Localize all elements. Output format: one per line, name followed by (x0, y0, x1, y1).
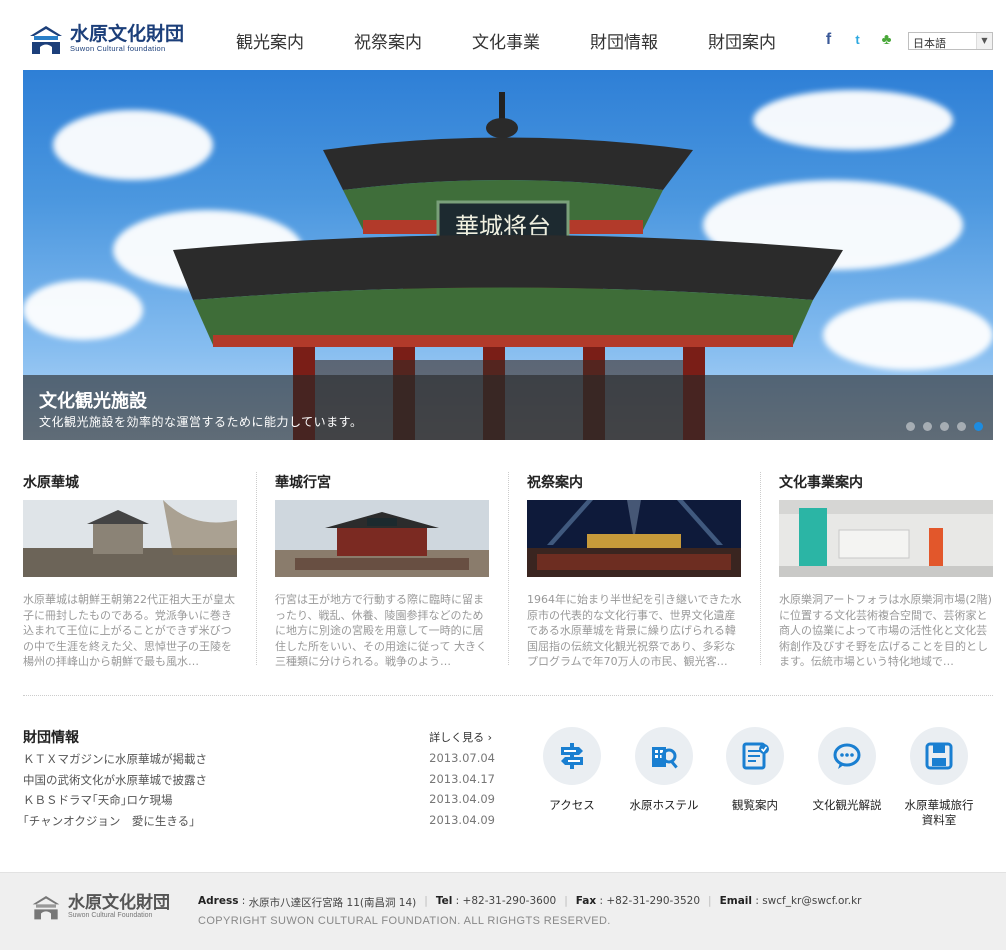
footer-logo-name: 水原文化財団 (68, 892, 170, 913)
nav-item-foundation-info[interactable]: 財団情報 (576, 28, 694, 53)
card-image-fortress[interactable] (23, 500, 237, 577)
card-divider (508, 472, 509, 665)
card-title[interactable]: 文化事業案内 (779, 472, 994, 492)
quick-link-viewing-guide[interactable]: 観覧案内 (710, 727, 800, 813)
chevron-down-icon: ▼ (976, 33, 992, 49)
hero-slider: 華城将台 文化観光施設 文化観光施設を効率的な運営するために能力しています。 (23, 70, 993, 440)
news-item-title: ＫＢＳドラマ｢天命｣ロケ現場 (23, 793, 173, 807)
slider-pagination (898, 422, 983, 431)
email-value[interactable]: swcf_kr@swcf.or.kr (762, 895, 861, 910)
fax-label: Fax (575, 895, 597, 907)
section-divider (23, 695, 993, 696)
slide-dot-5-active[interactable] (974, 422, 983, 431)
signpost-icon (543, 727, 601, 785)
language-value: 日本語 (913, 37, 946, 50)
building-search-icon (635, 727, 693, 785)
address-label: Adress (198, 895, 239, 907)
tel-label: Tel (435, 895, 453, 907)
slide-dot-1[interactable] (906, 422, 915, 431)
hero-subtitle: 文化観光施設を効率的な運営するために能力しています。 (39, 415, 363, 429)
footer-logo-subtitle: Suwon Cultural Foundation (68, 911, 153, 919)
news-item-date: 2013.04.09 (429, 792, 495, 806)
news-item-title: 中国の武術文化が水原華城で披露さ (23, 772, 207, 787)
card-description: 1964年に始まり半世紀を引き継いできた水原市の代表的な文化行事で、世界文化遺産… (527, 593, 742, 668)
card-hwaseong-haenggung: 華城行宮 行宮は王が地方で行動する際に臨時に留まったり、戦乱、休養、陵園参拝など… (275, 472, 490, 668)
card-description: 水原華城は朝鮮王朝第22代正祖大王が皇太子に冊封したものである。党派争いに巻き込… (23, 593, 235, 668)
email-label: Email (719, 895, 752, 907)
card-festival: 祝祭案内 1964年に始まり半世紀を引き継いできた水原市の代表的な文化行事で、世… (527, 472, 742, 668)
quick-link-label: アクセス (549, 798, 595, 812)
card-title[interactable]: 祝祭案内 (527, 472, 742, 492)
slide-dot-2[interactable] (923, 422, 932, 431)
news-item-date: 2013.04.17 (429, 771, 495, 786)
nav-item-festival[interactable]: 祝祭案内 (340, 28, 458, 53)
language-select[interactable]: 日本語 ▼ (908, 32, 993, 50)
quick-link-label: 水原華城旅行 資料室 (904, 798, 974, 827)
hero-title: 文化観光施設 (39, 391, 147, 412)
card-title[interactable]: 水原華城 (23, 472, 238, 492)
fax-value: +82-31-290-3520 (606, 895, 701, 907)
main-nav: 観光案内 祝祭案内 文化事業 財団情報 財団案内 (222, 28, 812, 53)
card-divider (256, 472, 257, 665)
site-header: 水原文化財団 Suwon Cultural foundation 観光案内 祝祭… (0, 0, 1006, 70)
site-logo[interactable]: 水原文化財団 Suwon Cultural foundation (28, 18, 193, 58)
site-footer: 水原文化財団 Suwon Cultural Foundation Adress … (0, 872, 1006, 950)
news-item[interactable]: ＫＴＸマガジンに水原華城が掲載さ 2013.07.04 (23, 751, 495, 772)
news-item-title: ＫＴＸマガジンに水原華城が掲載さ (23, 752, 207, 766)
quick-link-hostel[interactable]: 水原ホステル (619, 727, 709, 813)
slide-dot-3[interactable] (940, 422, 949, 431)
news-item-date: 2013.07.04 (429, 751, 495, 765)
card-description: 行宮は王が地方で行動する際に臨時に留まったり、戦乱、休養、陵園参拝などのために地… (275, 593, 487, 668)
nav-item-foundation-guide[interactable]: 財団案内 (694, 28, 812, 53)
card-suwon-hwaseong: 水原華城 水原華城は朝鮮王朝第22代正祖大王が皇太子に冊封したものである。党派争… (23, 472, 238, 668)
copyright: COPYRIGHT SUWON CULTURAL FOUNDATION. ALL… (198, 915, 611, 927)
card-image-festival-night[interactable] (527, 500, 741, 577)
address-value: 水原市八達区行宮路 11(南昌洞 14) (248, 897, 417, 909)
logo-name: 水原文化財団 (70, 22, 185, 45)
quick-link-tour-commentary[interactable]: 文化観光解説 (802, 727, 892, 813)
quick-link-label: 観覧案内 (732, 798, 778, 812)
quick-link-travel-archive[interactable]: 水原華城旅行 資料室 (894, 727, 984, 828)
quick-link-label: 水原ホステル (629, 798, 699, 812)
document-check-icon (726, 727, 784, 785)
news-section: 財団情報 詳しく見る › ＫＴＸマガジンに水原華城が掲載さ 2013.07.04… (23, 727, 495, 833)
fortress-logo-icon (28, 20, 64, 56)
me2day-icon[interactable]: ♣ (878, 31, 895, 48)
facebook-icon[interactable]: f (820, 31, 837, 48)
more-link[interactable]: 詳しく見る › (429, 729, 492, 745)
nav-item-culture-projects[interactable]: 文化事業 (458, 28, 576, 53)
card-divider (760, 472, 761, 665)
nav-item-sightseeing[interactable]: 観光案内 (222, 28, 340, 53)
news-item[interactable]: ｢チャンオクジョン 愛に生きる｣ 2013.04.09 (23, 813, 495, 834)
card-image-art-space[interactable] (779, 500, 993, 577)
hero-caption: 文化観光施設 文化観光施設を効率的な運営するために能力しています。 (23, 375, 993, 440)
card-image-palace[interactable] (275, 500, 489, 577)
twitter-icon[interactable]: t (849, 31, 866, 48)
logo-subtitle: Suwon Cultural foundation (70, 43, 166, 53)
card-culture-projects: 文化事業案内 水原樂洞アートフォラは水原樂洞市場(2階)に位置する文化芸術複合空… (779, 472, 994, 668)
quick-link-access[interactable]: アクセス (527, 727, 617, 813)
social-links: f t ♣ (820, 31, 907, 49)
news-item-date: 2013.04.09 (429, 812, 495, 827)
news-item[interactable]: 中国の武術文化が水原華城で披露さ 2013.04.17 (23, 772, 495, 793)
more-link-label: 詳しく見る (429, 731, 485, 744)
save-disk-icon (910, 727, 968, 785)
speech-bubble-icon (818, 727, 876, 785)
news-title: 財団情報 (23, 730, 79, 746)
quick-link-label: 文化観光解説 (812, 798, 882, 812)
news-item-title: ｢チャンオクジョン 愛に生きる｣ (23, 813, 195, 828)
card-title[interactable]: 華城行宮 (275, 472, 490, 492)
slide-dot-4[interactable] (957, 422, 966, 431)
tel-value: +82-31-290-3600 (462, 895, 557, 907)
footer-contact-info: Adress : 水原市八達区行宮路 11(南昌洞 14) | Tel : +8… (198, 895, 862, 910)
footer-logo: 水原文化財団 Suwon Cultural Foundation (30, 891, 170, 921)
chevron-right-icon: › (487, 731, 492, 744)
feature-cards: 水原華城 水原華城は朝鮮王朝第22代正祖大王が皇太子に冊封したものである。党派争… (23, 472, 993, 672)
news-item[interactable]: ＫＢＳドラマ｢天命｣ロケ現場 2013.04.09 (23, 792, 495, 813)
card-description: 水原樂洞アートフォラは水原樂洞市場(2階)に位置する文化芸術複合空間で、芸術家と… (779, 593, 992, 668)
fortress-logo-icon (32, 896, 60, 920)
